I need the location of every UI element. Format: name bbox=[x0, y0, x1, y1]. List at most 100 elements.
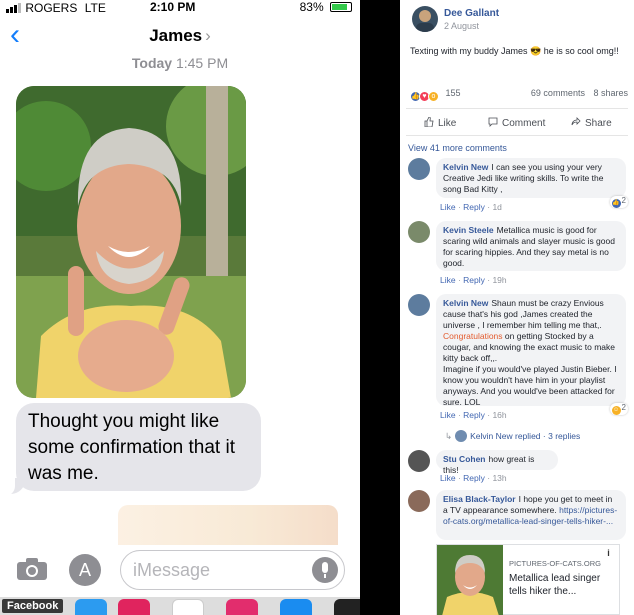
commenter-avatar[interactable] bbox=[408, 294, 430, 316]
carrier-name: ROGERS bbox=[25, 1, 78, 15]
comment-bubble: Kelvin New Shaun must be crazy Envious ca… bbox=[436, 294, 626, 407]
view-replies-link[interactable]: ↳ Kelvin New replied · 3 replies bbox=[445, 430, 580, 442]
view-more-comments-link[interactable]: View 41 more comments bbox=[408, 143, 507, 153]
comment-reply-link[interactable]: Reply bbox=[463, 473, 485, 483]
camera-icon[interactable] bbox=[16, 557, 48, 581]
commenter-name[interactable]: Stu Cohen bbox=[443, 454, 486, 464]
imessage-input[interactable]: iMessage bbox=[120, 550, 345, 590]
post-action-bar: Like Comment Share bbox=[406, 108, 628, 136]
selfie-photo-image bbox=[16, 86, 246, 398]
comment-item: Elisa Black-Taylor I hope you get to meet… bbox=[408, 490, 630, 550]
imessage-placeholder: iMessage bbox=[133, 560, 211, 580]
message-timestamp: Today 1:45 PM bbox=[0, 55, 360, 71]
selfie-photo-message[interactable] bbox=[16, 86, 246, 398]
commenter-name[interactable]: Kelvin New bbox=[443, 298, 488, 308]
app-drawer-item[interactable] bbox=[118, 599, 150, 615]
comment-reply-link[interactable]: Reply bbox=[463, 202, 485, 212]
received-message-text: Thought you might like some confirmation… bbox=[28, 411, 235, 484]
commenter-avatar[interactable] bbox=[408, 221, 430, 243]
comment-bubble: Kevin Steele Metallica music is good for … bbox=[436, 221, 626, 271]
poster-avatar[interactable] bbox=[412, 6, 438, 32]
reply-arrow-icon: ↳ bbox=[445, 431, 453, 441]
imessage-screen: ROGERS LTE 2:10 PM 83% ‹ James › Today 1:… bbox=[0, 0, 360, 615]
share-button[interactable]: Share bbox=[571, 117, 612, 129]
status-bar: ROGERS LTE 2:10 PM 83% bbox=[0, 0, 360, 16]
app-drawer-item[interactable] bbox=[75, 599, 107, 615]
conversation-header: ‹ James › bbox=[0, 20, 360, 52]
comment-age: 13h bbox=[492, 473, 507, 483]
app-store-icon[interactable]: A bbox=[69, 554, 101, 586]
like-reaction-icon: 👍 bbox=[611, 199, 621, 208]
battery-percent: 83% bbox=[299, 0, 324, 14]
comment-age: 19h bbox=[492, 275, 507, 285]
like-label: Like bbox=[438, 118, 457, 129]
comment-meta: Like · Reply · 19h bbox=[440, 275, 507, 285]
commenter-name[interactable]: Elisa Black-Taylor bbox=[443, 494, 516, 504]
comment-reply-link[interactable]: Reply bbox=[463, 410, 485, 420]
commenter-name[interactable]: Kelvin New bbox=[443, 162, 488, 172]
status-time: 2:10 PM bbox=[150, 0, 196, 14]
comment-reaction-count: 2 bbox=[621, 196, 626, 205]
comment-reply-link[interactable]: Reply bbox=[463, 275, 485, 285]
like-button[interactable]: Like bbox=[424, 117, 456, 129]
link-source: PICTURES-OF-CATS.ORG bbox=[509, 559, 601, 568]
link-preview-card[interactable]: PICTURES-OF-CATS.ORG Metallica lead sing… bbox=[436, 544, 620, 615]
app-drawer-item[interactable] bbox=[334, 599, 360, 615]
comment-reaction-badge[interactable]: 👍 2 bbox=[609, 196, 628, 208]
contact-name: James bbox=[149, 26, 203, 45]
replies-separator: · bbox=[542, 431, 546, 441]
comment-button[interactable]: Comment bbox=[488, 117, 545, 129]
comment-age: 16h bbox=[492, 410, 507, 420]
comment-item: Kevin Steele Metallica music is good for … bbox=[408, 221, 630, 287]
comment-meta: Like · Reply · 1d bbox=[440, 202, 502, 212]
timestamp-time: 1:45 PM bbox=[175, 55, 229, 71]
comment-like-link[interactable]: Like bbox=[440, 473, 456, 483]
comments-count[interactable]: 69 comments bbox=[531, 88, 585, 98]
contact-name-button[interactable]: James › bbox=[0, 26, 360, 46]
source-watermark-text: Facebook bbox=[7, 600, 59, 612]
link-preview-photo bbox=[437, 545, 503, 615]
poster-name[interactable]: Dee Gallant bbox=[444, 8, 499, 19]
post-date[interactable]: 2 August bbox=[444, 21, 479, 31]
source-watermark: Facebook bbox=[2, 599, 64, 613]
commenter-avatar[interactable] bbox=[408, 450, 430, 472]
replier-avatar bbox=[455, 430, 468, 442]
app-drawer-item[interactable] bbox=[226, 599, 258, 615]
microphone-icon[interactable] bbox=[312, 557, 338, 583]
commenter-name[interactable]: Kevin Steele bbox=[443, 225, 494, 235]
app-drawer-item[interactable] bbox=[280, 599, 312, 615]
share-icon bbox=[571, 117, 581, 126]
comment-meta: Like · Reply · 13h bbox=[440, 473, 507, 483]
post-text: Texting with my buddy James 😎 he is so c… bbox=[410, 46, 619, 56]
comment-item: Kelvin New I can see you using your very … bbox=[408, 158, 630, 214]
comment-label: Comment bbox=[502, 118, 546, 129]
comment-icon bbox=[488, 117, 498, 127]
comment-item: Stu Cohen how great is this! Like · Reply… bbox=[408, 450, 630, 486]
app-drawer-item[interactable] bbox=[172, 599, 204, 615]
comment-age: 1d bbox=[492, 202, 502, 212]
info-icon[interactable]: i bbox=[602, 547, 615, 560]
comment-meta: Like · Reply · 16h bbox=[440, 410, 507, 420]
comment-like-link[interactable]: Like bbox=[440, 410, 456, 420]
comment-reaction-badge[interactable]: ☺ 2 bbox=[609, 403, 628, 415]
reaction-count: 155 bbox=[445, 88, 461, 98]
battery-status: 83% bbox=[300, 0, 352, 14]
comment-text-part-c: Imagine if you would've played Justin Bi… bbox=[443, 364, 617, 407]
carrier-info: ROGERS LTE bbox=[6, 1, 106, 16]
comment-like-link[interactable]: Like bbox=[440, 275, 456, 285]
commenter-avatar[interactable] bbox=[408, 490, 430, 512]
wow-reaction-icon: o bbox=[428, 91, 439, 102]
received-message-bubble[interactable]: Thought you might like some confirmation… bbox=[16, 403, 261, 491]
facebook-post-screen: Dee Gallant 2 August Texting with my bud… bbox=[400, 0, 634, 615]
comment-item: Kelvin New Shaun must be crazy Envious ca… bbox=[408, 294, 630, 424]
reaction-summary[interactable]: 👍 ♥ o 155 bbox=[410, 88, 461, 102]
replies-count: 3 replies bbox=[548, 431, 581, 441]
comment-like-link[interactable]: Like bbox=[440, 202, 456, 212]
haha-reaction-icon: ☺ bbox=[611, 406, 621, 415]
signal-bars-icon bbox=[6, 2, 22, 16]
battery-icon bbox=[330, 2, 352, 12]
shares-count[interactable]: 8 shares bbox=[593, 88, 628, 98]
comment-bubble: Kelvin New I can see you using your very … bbox=[436, 158, 626, 198]
poster-avatar-image bbox=[416, 10, 434, 32]
commenter-avatar[interactable] bbox=[408, 158, 430, 180]
